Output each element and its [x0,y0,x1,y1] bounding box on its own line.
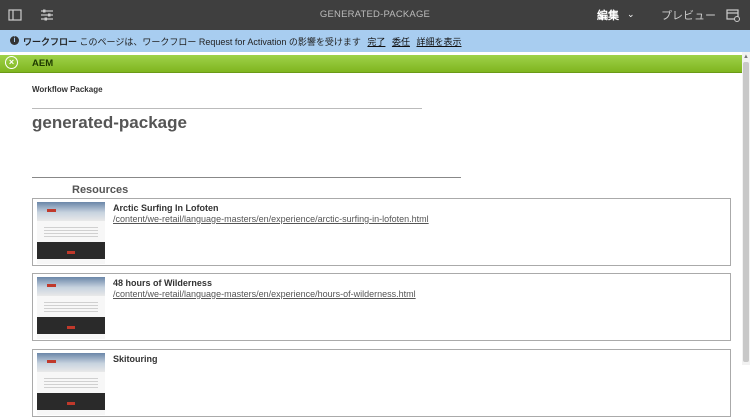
resource-path-link[interactable]: /content/we-retail/language-masters/en/e… [113,289,416,299]
complete-link[interactable]: 完了 [367,37,385,47]
resource-title: Skitouring [113,354,158,364]
resource-title: 48 hours of Wilderness [113,278,212,288]
resource-thumbnail [37,353,105,415]
divider [32,177,461,178]
aem-icon[interactable]: × [5,56,18,69]
resource-title: Arctic Surfing In Lofoten [113,203,219,213]
divider [32,108,422,109]
notice-message: ワークフロー このページは、ワークフロー Request for Activat… [23,35,462,48]
workflow-package-label: Workflow Package [32,85,103,94]
resource-thumbnail [37,202,105,264]
info-icon: i [10,36,19,45]
preview-button[interactable]: プレビュー [661,7,716,23]
aem-header-bar: × AEM [0,55,742,73]
scroll-up-icon[interactable]: ▲ [743,54,749,60]
notice-heading: ワークフロー [23,37,78,47]
edit-mode-button[interactable]: 編集 [597,7,619,23]
resource-card[interactable]: 48 hours of Wilderness /content/we-retai… [32,273,731,341]
resource-path-link[interactable]: /content/we-retail/language-masters/en/e… [113,214,429,224]
show-details-link[interactable]: 詳細を表示 [416,37,461,47]
notice-text: このページは、ワークフロー Request for Activation の影響… [79,37,361,47]
aem-label: AEM [32,58,54,69]
emulator-icon[interactable] [726,8,740,22]
page-title: GENERATED-PACKAGE [319,9,431,20]
scrollbar-thumb[interactable] [743,62,749,362]
resource-card[interactable]: Arctic Surfing In Lofoten /content/we-re… [32,198,731,266]
resources-heading: Resources [72,184,129,196]
package-title: generated-package [32,113,187,132]
chevron-down-icon[interactable]: ⌄ [627,9,635,20]
scrollbar[interactable]: ▲ [742,52,750,365]
resource-card[interactable]: Skitouring [32,349,731,417]
delegate-link[interactable]: 委任 [392,37,410,47]
workflow-notice-bar: i ワークフロー このページは、ワークフロー Request for Activ… [0,30,750,52]
resource-thumbnail [37,277,105,339]
top-toolbar: GENERATED-PACKAGE 編集 ⌄ プレビュー [0,0,750,30]
